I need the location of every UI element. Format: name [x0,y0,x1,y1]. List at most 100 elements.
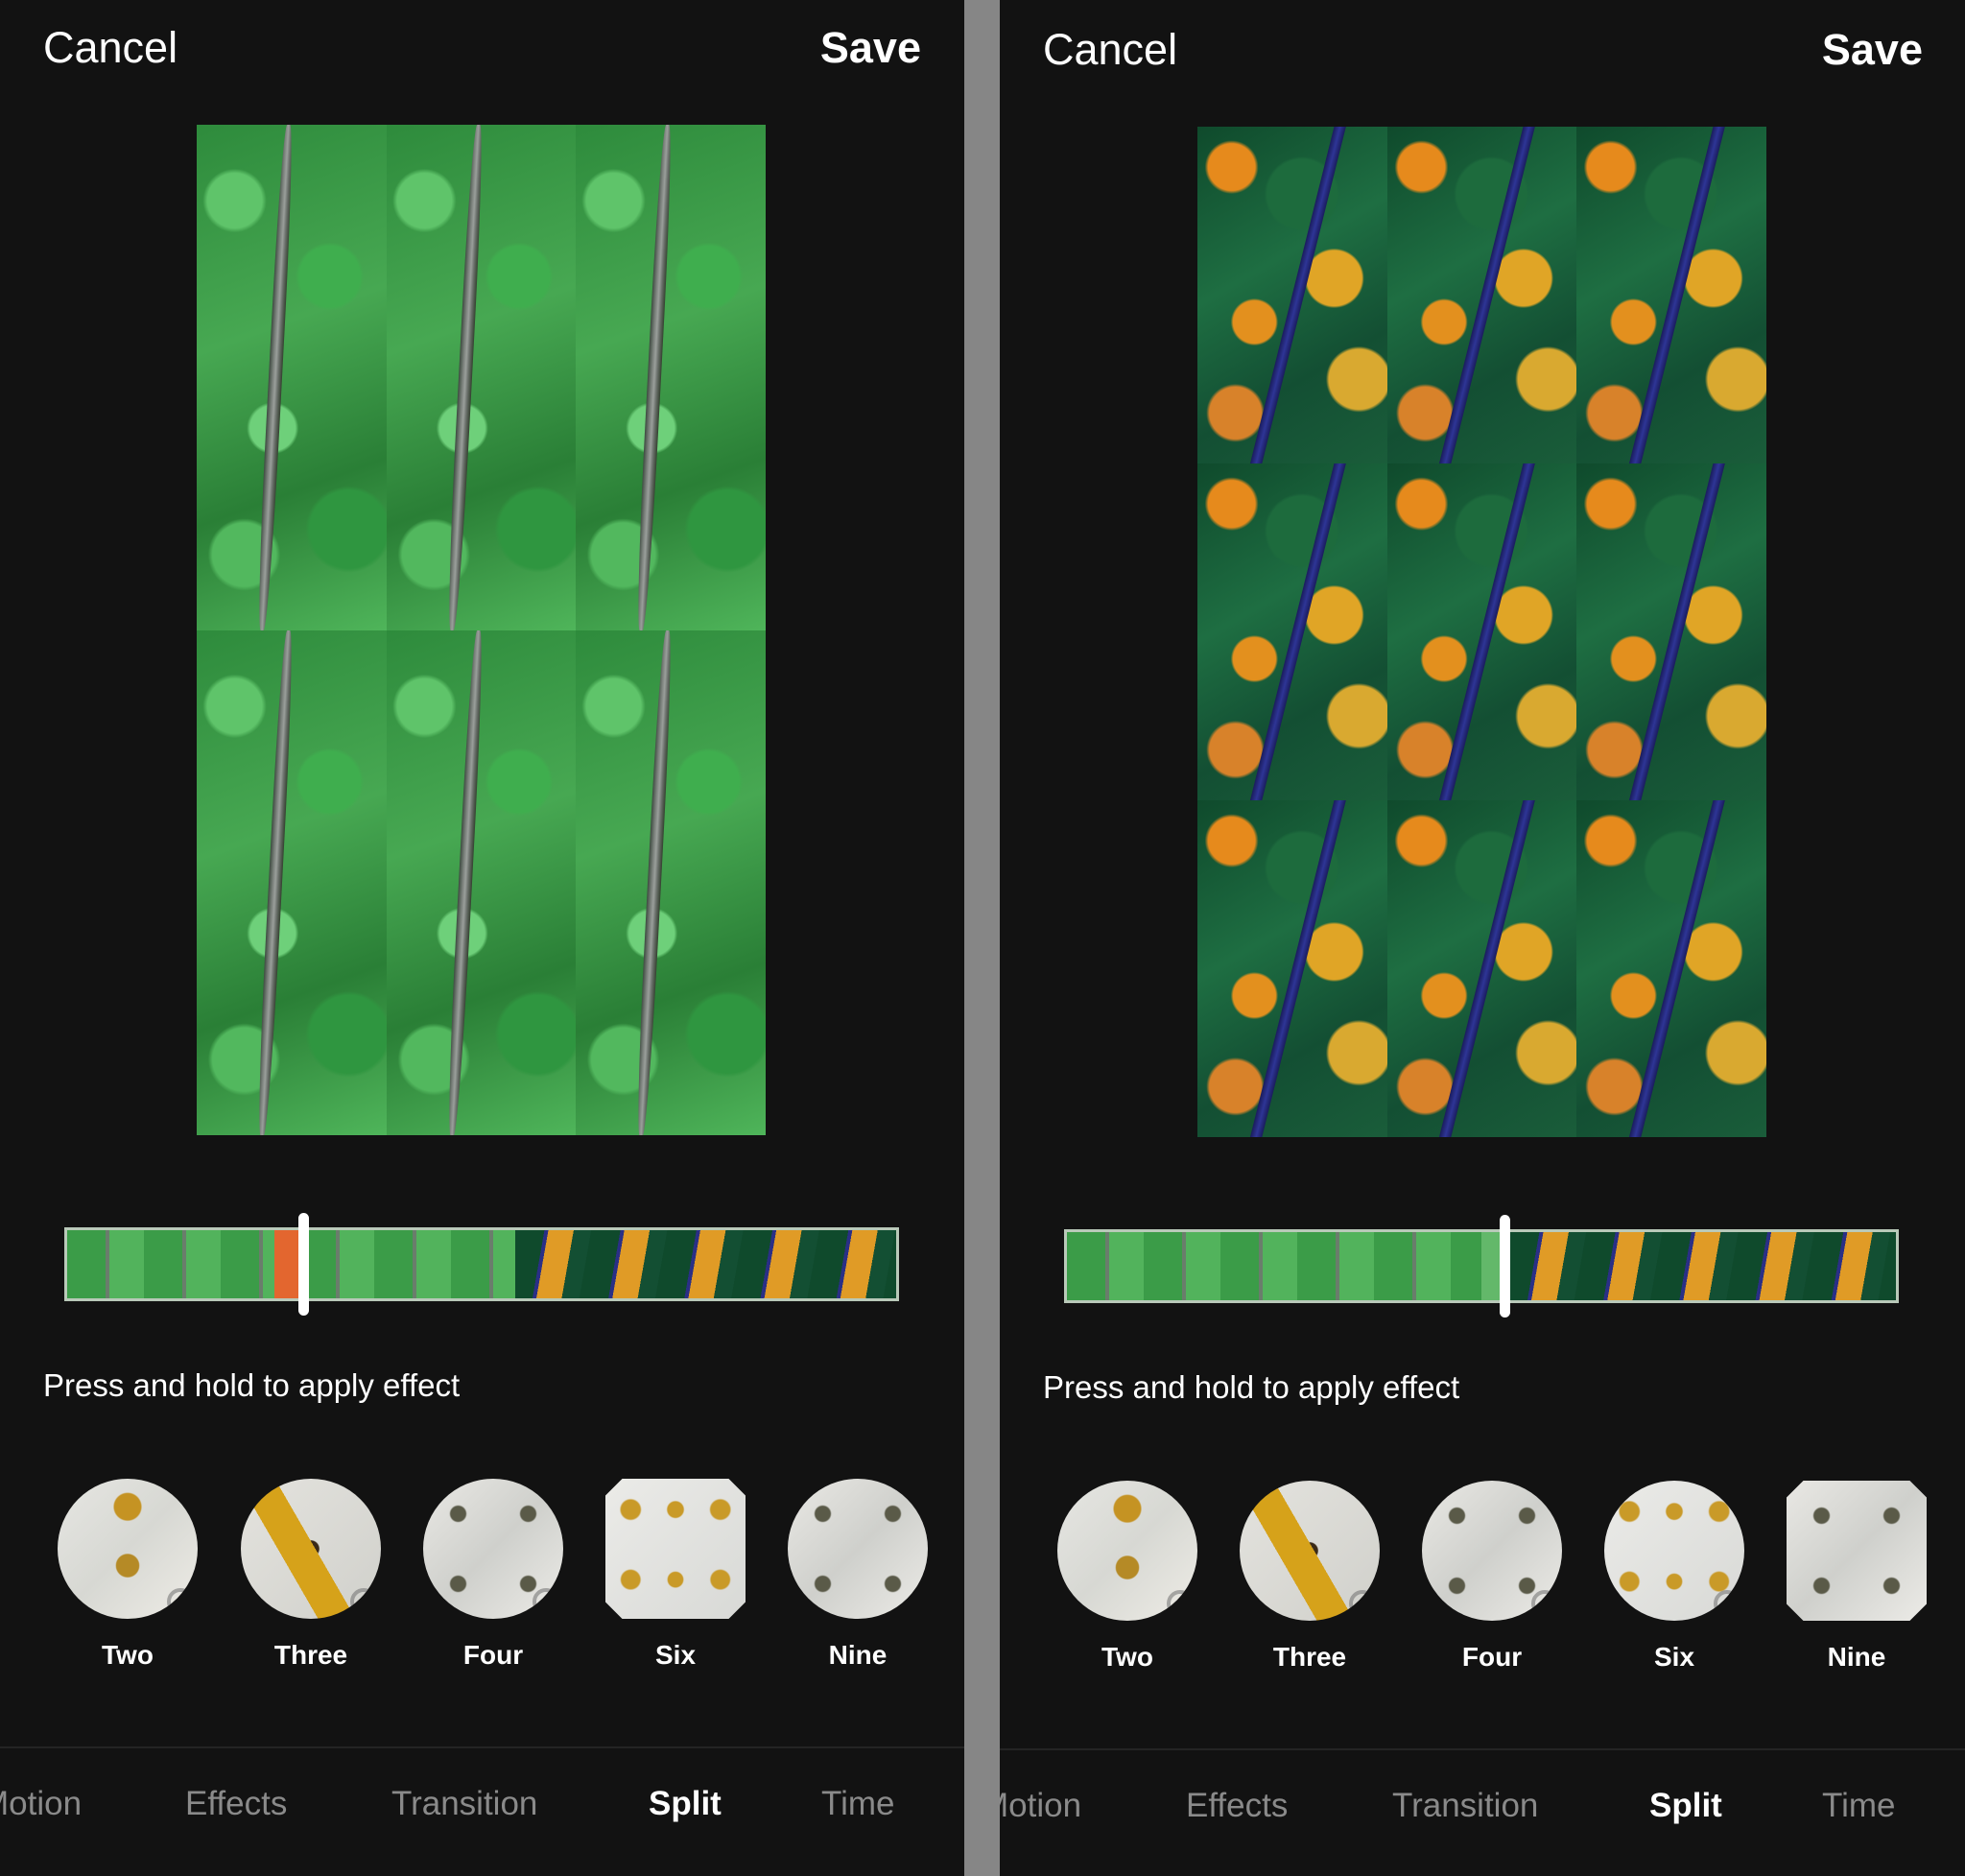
preview-tile [1386,463,1577,800]
preview-tile [1197,800,1387,1137]
preview-tile [1576,800,1766,1137]
three-split-thumb-icon [1240,1481,1380,1621]
four-split-thumb-icon [423,1479,563,1619]
tab-effects[interactable]: Effects [185,1785,287,1823]
road [1626,800,1728,1137]
preview-tile [576,629,766,1135]
effect-nine[interactable]: Nine [1787,1481,1927,1673]
tab-split[interactable]: Split [649,1785,722,1823]
effect-four[interactable]: Four [423,1479,563,1671]
preview-tile [576,125,766,630]
effect-six[interactable]: Six [1604,1481,1744,1673]
preview-tile [386,629,577,1135]
effect-label: Two [102,1640,154,1670]
preview-tile [197,125,387,630]
preview-tile [1576,463,1766,800]
effect-label: Nine [1827,1642,1886,1672]
panel-divider [964,0,1000,1876]
effect-label: Four [462,1640,524,1670]
road [1626,127,1728,463]
effect-label: Nine [828,1640,888,1670]
road [634,629,675,1135]
effect-label: Six [654,1640,697,1670]
effect-two[interactable]: Two [58,1479,198,1671]
download-badge-icon [533,1588,559,1615]
road [1436,463,1538,800]
preview-tile [1576,127,1766,463]
preview-tile [386,125,577,630]
effect-label: Six [1653,1642,1695,1672]
effect-list: Two Three Four Six Nine [58,1479,940,1690]
nine-split-thumb-icon [1787,1481,1927,1621]
editor-panel-right: Cancel Save Press and hold to apply effe… [1000,0,1965,1876]
editor-panel-left: Cancel Save Press and hold to apply effe… [0,0,964,1876]
effect-six[interactable]: Six [605,1479,746,1671]
effect-nine[interactable]: Nine [788,1479,928,1671]
effect-four[interactable]: Four [1422,1481,1562,1673]
playhead-handle[interactable] [297,1213,309,1316]
save-button[interactable]: Save [1822,23,1923,77]
six-split-thumb-icon [1604,1481,1744,1621]
tab-bar-divider [0,1746,964,1748]
playhead-handle[interactable] [1500,1215,1511,1318]
six-split-thumb-icon [605,1479,746,1619]
timeline-segment-green [1067,1232,1511,1300]
download-badge-icon [1714,1590,1740,1617]
timeline-scrubber[interactable] [64,1227,899,1301]
road [1247,800,1349,1137]
road [1247,127,1349,463]
road [255,629,296,1135]
tab-motion[interactable]: Motion [0,1785,82,1823]
timeline-segment-autumn [1510,1232,1896,1300]
instruction-text: Press and hold to apply effect [43,1367,461,1403]
effect-three[interactable]: Three [241,1479,381,1671]
tab-bar-divider [1000,1748,1965,1750]
download-badge-icon [167,1588,194,1615]
cancel-button[interactable]: Cancel [1043,23,1177,77]
road [444,125,485,630]
road [444,629,485,1135]
timeline-segment-autumn [514,1230,896,1298]
four-split-thumb-icon [1422,1481,1562,1621]
download-badge-icon [1167,1590,1194,1617]
preview-tile [1386,800,1577,1137]
video-preview [197,125,766,1135]
road [1436,800,1538,1137]
preview-tile [1197,127,1387,463]
effect-label: Three [1272,1642,1347,1672]
download-badge-icon [1349,1590,1376,1617]
save-button[interactable]: Save [820,21,921,75]
three-split-thumb-icon [241,1479,381,1619]
effect-two[interactable]: Two [1057,1481,1197,1673]
tab-time[interactable]: Time [1822,1787,1895,1825]
tab-split[interactable]: Split [1649,1787,1722,1825]
effect-label: Four [1461,1642,1523,1672]
tab-transition[interactable]: Transition [1392,1787,1538,1825]
effect-list: Two Three Four Six Nine [1057,1481,1940,1692]
category-tab-bar: Motion Effects Transition Split Time [1000,1787,1965,1854]
road [1626,463,1728,800]
cancel-button[interactable]: Cancel [43,21,178,75]
tab-time[interactable]: Time [821,1785,894,1823]
effect-label: Three [273,1640,348,1670]
road [255,125,296,630]
effect-three[interactable]: Three [1240,1481,1380,1673]
tab-effects[interactable]: Effects [1186,1787,1288,1825]
road [1247,463,1349,800]
tab-transition[interactable]: Transition [391,1785,537,1823]
preview-tile [1386,127,1577,463]
video-preview [1197,127,1766,1137]
effect-label: Two [1101,1642,1153,1672]
preview-tile [1197,463,1387,800]
road [1436,127,1538,463]
preview-tile [197,629,387,1135]
tab-motion[interactable]: Motion [1000,1787,1081,1825]
timeline-scrubber[interactable] [1064,1229,1899,1303]
road [634,125,675,630]
two-split-thumb-icon [58,1479,198,1619]
download-badge-icon [1531,1590,1558,1617]
instruction-text: Press and hold to apply effect [1043,1369,1460,1405]
download-badge-icon [350,1588,377,1615]
nine-split-thumb-icon [788,1479,928,1619]
two-split-thumb-icon [1057,1481,1197,1621]
